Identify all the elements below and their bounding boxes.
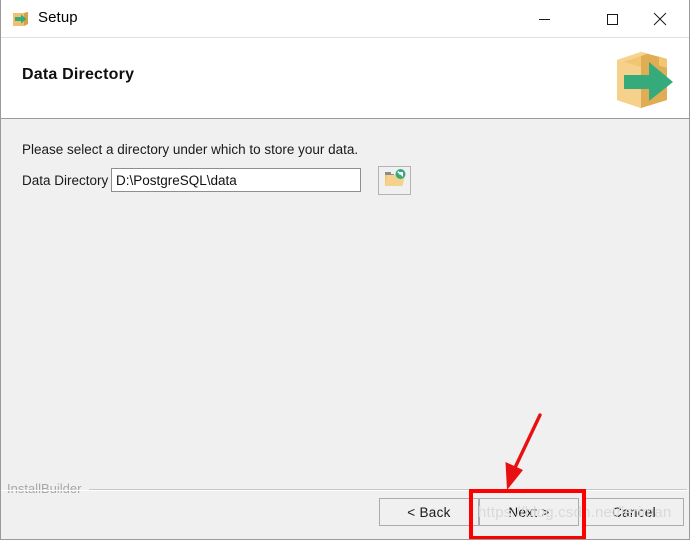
next-button[interactable]: Next > (479, 498, 579, 526)
close-icon[interactable] (637, 0, 683, 38)
box-arrow-icon (11, 10, 30, 29)
browse-folder-button[interactable] (378, 166, 411, 195)
data-directory-input[interactable] (111, 168, 361, 192)
page-title: Data Directory (22, 66, 135, 83)
content-area: Please select a directory under which to… (1, 120, 689, 539)
instruction-text: Please select a directory under which to… (22, 142, 359, 157)
footer-divider-highlight (1, 490, 689, 491)
maximize-icon[interactable] (589, 0, 635, 38)
minimize-icon[interactable] (521, 0, 567, 38)
window-title: Setup (38, 9, 78, 26)
back-button[interactable]: < Back (379, 498, 479, 526)
page-header: Data Directory (1, 38, 689, 119)
installbuilder-brand: InstallBuilder (7, 481, 82, 496)
folder-browse-icon (384, 169, 406, 192)
title-bar: Setup (1, 0, 689, 38)
installer-box-arrow-logo (603, 44, 680, 114)
data-directory-label: Data Directory (22, 173, 109, 188)
cancel-button[interactable]: Cancel (584, 498, 684, 526)
setup-window: Setup Data Directory Please select a dir… (0, 0, 690, 540)
